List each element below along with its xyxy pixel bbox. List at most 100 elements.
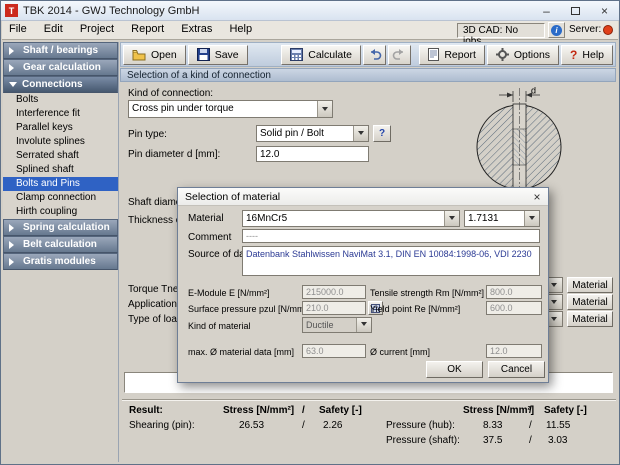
- titlebar: T TBK 2014 - GWJ Technology GmbH – ×: [1, 1, 619, 21]
- menu-item-report[interactable]: Report: [124, 21, 171, 39]
- dropdown-arrow-icon[interactable]: [317, 101, 332, 117]
- emodule-label: E-Module E [N/mm²]: [188, 288, 270, 298]
- surface-pressure-field[interactable]: [302, 301, 366, 315]
- cad-status: 3D CAD: No jobs: [457, 23, 545, 47]
- material-dialog: Selection of material × Material 16MnCr5…: [177, 187, 549, 383]
- current-diameter-label: Ø current [mm]: [370, 347, 431, 357]
- separator: /: [529, 435, 532, 446]
- info-button[interactable]: i: [548, 22, 565, 38]
- thickness-label: Thickness of: [128, 215, 185, 226]
- emodule-field[interactable]: [302, 285, 366, 299]
- save-disk-icon: [196, 48, 210, 61]
- dropdown-arrow-icon[interactable]: [444, 211, 459, 226]
- stress-header-left: Stress [N/mm²]: [223, 405, 295, 416]
- sidebar-section-label: Gear calculation: [23, 62, 101, 73]
- result-value: 2.26: [323, 420, 343, 431]
- menu-item-file[interactable]: File: [2, 21, 34, 39]
- material-number-select[interactable]: 1.7131: [464, 210, 540, 227]
- pin-type-help-button[interactable]: ?: [373, 125, 391, 142]
- menu-item-edit[interactable]: Edit: [37, 21, 70, 39]
- separator: /: [302, 405, 305, 416]
- close-button[interactable]: ×: [590, 1, 619, 20]
- open-button[interactable]: Open: [123, 44, 186, 65]
- menu-item-extras[interactable]: Extras: [174, 21, 219, 39]
- sidebar-item-serrated-shaft[interactable]: Serrated shaft: [3, 149, 118, 163]
- menu-item-project[interactable]: Project: [73, 21, 121, 39]
- server-status-icon: [603, 25, 613, 35]
- result-row-label: Shearing (pin):: [129, 420, 195, 431]
- sidebar-section-spring-calculation[interactable]: Spring calculation: [3, 219, 118, 236]
- separator: /: [529, 405, 532, 416]
- dropdown-arrow-icon[interactable]: [524, 211, 539, 226]
- sidebar-section-gratis-modules[interactable]: Gratis modules: [3, 253, 118, 270]
- sidebar-item-clamp-connection[interactable]: Clamp connection: [3, 191, 118, 205]
- tensile-strength-field[interactable]: [486, 285, 542, 299]
- sidebar-section-shaft-bearings[interactable]: Shaft / bearings: [3, 42, 118, 59]
- pin-type-select[interactable]: Solid pin / Bolt: [256, 125, 369, 142]
- material-button-2[interactable]: Material: [567, 294, 613, 310]
- kind-of-material-label: Kind of material: [188, 321, 251, 331]
- server-label: Server:: [569, 24, 602, 35]
- menu-item-help[interactable]: Help: [222, 21, 259, 39]
- sidebar-item-hirth-coupling[interactable]: Hirth coupling: [3, 205, 118, 219]
- kind-of-connection-select[interactable]: Cross pin under torque: [128, 100, 333, 118]
- kind-of-material-select[interactable]: Ductile: [302, 317, 372, 333]
- separator: /: [302, 420, 305, 431]
- pin-diameter-input[interactable]: [256, 146, 369, 162]
- calculator-icon: [290, 48, 304, 61]
- dropdown-arrow-icon[interactable]: [356, 318, 371, 332]
- calculate-button[interactable]: Calculate: [281, 44, 362, 65]
- safety-header-right: Safety [-]: [544, 405, 587, 416]
- options-button[interactable]: Options: [486, 44, 560, 65]
- sidebar-section-label: Shaft / bearings: [23, 45, 99, 56]
- source-of-data-field[interactable]: Datenbank Stahlwissen NaviMat 3.1, DIN E…: [242, 246, 540, 276]
- dropdown-arrow-icon[interactable]: [353, 126, 368, 141]
- material-button-3[interactable]: Material: [567, 311, 613, 327]
- help-icon: ?: [570, 47, 578, 62]
- maximize-button[interactable]: [561, 1, 590, 20]
- sidebar-section-label: Connections: [22, 79, 83, 90]
- yield-point-field[interactable]: [486, 301, 542, 315]
- undo-button[interactable]: [363, 44, 387, 65]
- sidebar-section-connections[interactable]: Connections: [3, 76, 118, 93]
- dimension-d-label: d: [531, 87, 536, 96]
- comment-field[interactable]: [242, 229, 540, 243]
- cancel-button[interactable]: Cancel: [488, 361, 545, 378]
- chevron-right-icon: [9, 257, 18, 266]
- sidebar-item-bolts-and-pins[interactable]: Bolts and Pins: [3, 177, 118, 191]
- redo-button[interactable]: [388, 44, 412, 65]
- results-title: Result:: [129, 405, 163, 416]
- report-button[interactable]: Report: [419, 44, 485, 65]
- content-section-header: Selection of a kind of connection: [120, 68, 616, 82]
- sidebar-section-gear-calculation[interactable]: Gear calculation: [3, 59, 118, 76]
- current-diameter-field[interactable]: [486, 344, 542, 358]
- sidebar-section-label: Gratis modules: [23, 256, 96, 267]
- help-button[interactable]: ? Help: [561, 44, 613, 65]
- technical-drawing: d: [476, 87, 562, 191]
- result-value: 37.5: [483, 435, 503, 446]
- open-folder-icon: [132, 49, 146, 60]
- sidebar-section-belt-calculation[interactable]: Belt calculation: [3, 236, 118, 253]
- save-button[interactable]: Save: [187, 44, 248, 65]
- report-document-icon: [428, 48, 440, 61]
- minimize-button[interactable]: –: [532, 1, 561, 20]
- ok-button[interactable]: OK: [426, 361, 483, 378]
- sidebar-item-bolts[interactable]: Bolts: [3, 93, 118, 107]
- stress-header-right: Stress [N/mm²]: [463, 405, 535, 416]
- app-icon: T: [5, 4, 18, 17]
- sidebar-section-label: Spring calculation: [23, 222, 110, 233]
- sidebar-item-parallel-keys[interactable]: Parallel keys: [3, 121, 118, 135]
- app-window: T TBK 2014 - GWJ Technology GmbH – × Fil…: [0, 0, 620, 465]
- material-select[interactable]: 16MnCr5: [242, 210, 460, 227]
- material-button-1[interactable]: Material: [567, 277, 613, 293]
- dialog-close-button[interactable]: ×: [528, 189, 546, 204]
- result-value: 11.55: [546, 420, 571, 431]
- kind-of-connection-label: Kind of connection:: [128, 88, 214, 99]
- sidebar-item-involute-splines[interactable]: Involute splines: [3, 135, 118, 149]
- max-diameter-field[interactable]: [302, 344, 366, 358]
- section-title: Selection of a kind of connection: [127, 69, 271, 81]
- menubar: File Edit Project Report Extras Help 3D …: [2, 21, 618, 47]
- results-divider: [122, 399, 616, 401]
- sidebar-item-interference-fit[interactable]: Interference fit: [3, 107, 118, 121]
- sidebar-item-splined-shaft[interactable]: Splined shaft: [3, 163, 118, 177]
